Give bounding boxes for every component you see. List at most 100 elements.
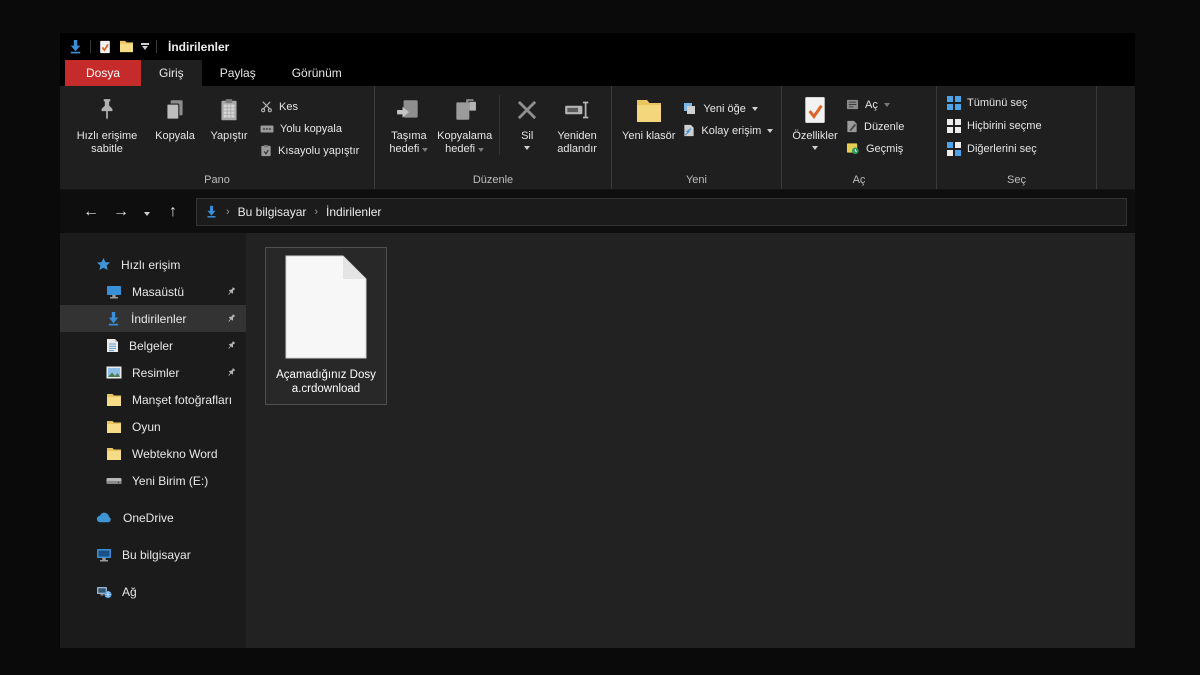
ribbon-group-organize: Taşıma hedefi Kopyalama hedefi Sil [375, 86, 612, 189]
copy-icon [162, 94, 188, 126]
history-icon [846, 142, 860, 155]
move-to-icon [396, 94, 422, 126]
file-list-area[interactable]: Açamadığınız Dosya.crdownload [246, 233, 1135, 648]
ribbon-group-clipboard: Hızlı erişime sabitle Kopyala Yapıştır [60, 86, 375, 189]
group-label-clipboard: Pano [60, 174, 374, 186]
delete-button[interactable]: Sil [505, 91, 549, 150]
tab-home[interactable]: Giriş [141, 60, 202, 86]
new-item-icon [683, 102, 697, 115]
recent-locations-caret[interactable] [136, 203, 158, 221]
easy-access-icon [683, 124, 695, 137]
ribbon-group-new: Yeni klasör Yeni öğe Kolay erişim [612, 86, 782, 189]
copy-to-button[interactable]: Kopyalama hedefi [437, 91, 493, 156]
open-button[interactable]: Aç [846, 95, 904, 114]
group-label-organize: Düzenle [375, 174, 611, 186]
address-bar[interactable]: › Bu bilgisayar › İndirilenler [196, 198, 1127, 226]
new-item-button[interactable]: Yeni öğe [683, 99, 773, 118]
easy-access-button[interactable]: Kolay erişim [683, 121, 773, 140]
titlebar-separator [156, 40, 157, 53]
explorer-window: İndirilenler Dosya Giriş Paylaş Görünüm … [60, 33, 1135, 648]
ribbon-group-open: Özellikler Aç Düzenle [782, 86, 937, 189]
properties-check-icon[interactable] [98, 40, 112, 54]
move-to-button[interactable]: Taşıma hedefi [381, 91, 437, 156]
paste-button[interactable]: Yapıştır [202, 91, 256, 143]
select-all-icon [947, 96, 961, 110]
network-icon [96, 585, 112, 599]
pictures-icon [106, 366, 122, 379]
downloads-icon [106, 311, 121, 326]
sidebar-item-desktop[interactable]: Masaüstü [60, 278, 246, 305]
sidebar-item-this-pc[interactable]: Bu bilgisayar [60, 541, 246, 568]
folder-icon[interactable] [119, 40, 134, 53]
folder-icon [106, 393, 122, 407]
navigation-bar: ← → ↑ › Bu bilgisayar › İndirilenler [60, 190, 1135, 233]
tab-share[interactable]: Paylaş [202, 60, 274, 86]
sidebar-item-oyun[interactable]: Oyun [60, 413, 246, 440]
copy-button[interactable]: Kopyala [148, 91, 202, 143]
rename-button[interactable]: Yeniden adlandır [549, 91, 605, 156]
pin-icon [224, 339, 235, 353]
breadcrumb-this-pc[interactable]: Bu bilgisayar [238, 205, 307, 219]
sidebar-item-pictures[interactable]: Resimler [60, 359, 246, 386]
sidebar-item-webtekno-word[interactable]: Webtekno Word [60, 440, 246, 467]
blank-file-icon [285, 255, 367, 364]
ribbon: Hızlı erişime sabitle Kopyala Yapıştır [60, 86, 1135, 190]
rename-icon [563, 94, 591, 126]
sidebar-item-manset-fotograflari[interactable]: Manşet fotoğrafları [60, 386, 246, 413]
scissors-icon [260, 100, 273, 113]
tab-view[interactable]: Görünüm [274, 60, 360, 86]
file-item-crdownload[interactable]: Açamadığınız Dosya.crdownload [265, 247, 387, 405]
sidebar-item-documents[interactable]: Belgeler [60, 332, 246, 359]
new-folder-icon [634, 94, 664, 126]
properties-dropdown-caret[interactable] [812, 146, 818, 150]
paste-shortcut-button[interactable]: Kısayolu yapıştır [260, 141, 359, 160]
edit-icon [846, 120, 858, 133]
explorer-body: Hızlı erişim Masaüstü İndirilenler [60, 233, 1135, 648]
window-title: İndirilenler [168, 40, 229, 54]
folder-icon [106, 420, 122, 434]
delete-dropdown-caret[interactable] [524, 146, 530, 150]
computer-icon [96, 548, 112, 562]
file-name-label: Açamadığınız Dosya.crdownload [274, 368, 378, 396]
forward-button[interactable]: → [106, 203, 136, 221]
open-icon [846, 98, 859, 111]
document-icon [106, 338, 119, 353]
path-icon [260, 123, 274, 135]
drive-icon [106, 476, 122, 486]
delete-x-icon [514, 94, 540, 126]
onedrive-cloud-icon [96, 512, 113, 523]
up-button[interactable]: ↑ [158, 203, 188, 221]
navigation-pane: Hızlı erişim Masaüstü İndirilenler [60, 233, 246, 648]
titlebar: İndirilenler [60, 33, 1135, 60]
mini-clipboard-icon [260, 144, 272, 157]
sidebar-item-onedrive[interactable]: OneDrive [60, 504, 246, 531]
invert-selection-button[interactable]: Diğerlerini seç [947, 139, 1042, 158]
back-button[interactable]: ← [76, 203, 106, 221]
select-none-button[interactable]: Hiçbirini seçme [947, 116, 1042, 135]
copy-to-icon [452, 94, 478, 126]
pin-to-quick-access-button[interactable]: Hızlı erişime sabitle [66, 91, 148, 156]
history-button[interactable]: Geçmiş [846, 139, 904, 158]
new-folder-button[interactable]: Yeni klasör [618, 91, 679, 143]
pin-icon [224, 312, 235, 326]
group-label-select: Seç [937, 174, 1096, 186]
folder-icon [106, 447, 122, 461]
sidebar-item-yeni-birim-e[interactable]: Yeni Birim (E:) [60, 467, 246, 494]
pin-icon [224, 285, 235, 299]
properties-button[interactable]: Özellikler [788, 91, 842, 150]
sidebar-item-downloads[interactable]: İndirilenler [60, 305, 246, 332]
desktop-icon [106, 285, 122, 299]
pushpin-icon [94, 94, 120, 126]
copy-path-button[interactable]: Yolu kopyala [260, 119, 359, 138]
tab-file[interactable]: Dosya [65, 60, 141, 86]
select-all-button[interactable]: Tümünü seç [947, 93, 1042, 112]
downloads-icon [68, 39, 83, 54]
qat-dropdown-caret[interactable] [141, 43, 149, 50]
edit-button[interactable]: Düzenle [846, 117, 904, 136]
clipboard-icon [216, 94, 242, 126]
breadcrumb-chevron: › [226, 206, 230, 218]
sidebar-item-network[interactable]: Ağ [60, 578, 246, 605]
breadcrumb-downloads[interactable]: İndirilenler [326, 205, 381, 219]
cut-button[interactable]: Kes [260, 97, 359, 116]
sidebar-item-quick-access[interactable]: Hızlı erişim [60, 251, 246, 278]
